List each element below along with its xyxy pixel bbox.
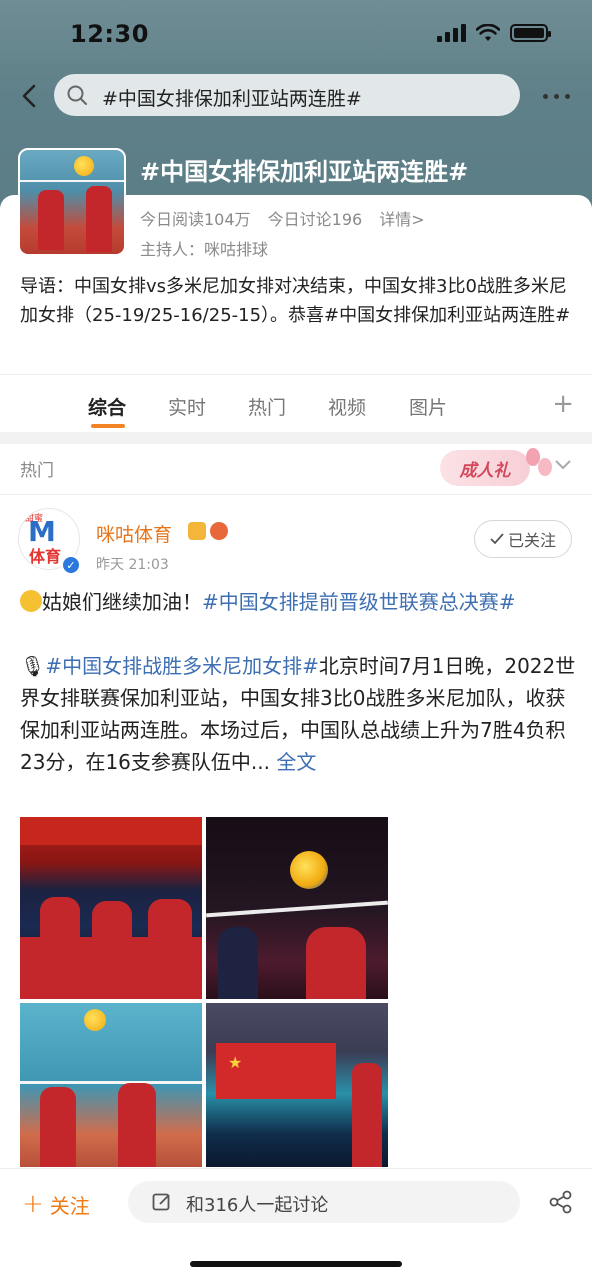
crying-face-emoji-icon <box>20 590 42 612</box>
wifi-icon <box>476 24 500 41</box>
hashtag-link[interactable]: #中国女排提前晋级世联赛总决赛# <box>202 590 516 614</box>
follow-topic-label: 关注 <box>49 1193 90 1218</box>
author-badges <box>188 522 228 540</box>
member-crown-icon <box>188 522 206 540</box>
tab-comprehensive[interactable]: 综合 <box>88 393 126 420</box>
followed-button-label: 已关注 <box>507 531 556 550</box>
tab-realtime[interactable]: 实时 <box>168 393 206 420</box>
status-time: 12:30 <box>70 20 149 48</box>
topic-title: #中国女排保加利亚站两连胜# <box>140 158 469 186</box>
hot-section-label: 热门 <box>20 461 54 481</box>
back-arrow-icon[interactable] <box>16 82 44 110</box>
post-author-name[interactable]: 咪咕体育 <box>96 520 172 547</box>
comment-input[interactable]: 和316人一起讨论 <box>128 1181 520 1223</box>
verified-badge-icon: ✓ <box>61 555 81 575</box>
hot-section-header: 热门 成人礼 <box>0 444 592 495</box>
more-options-icon[interactable] <box>543 94 570 99</box>
volleyball-badge-icon <box>210 522 228 540</box>
full-text-link[interactable]: 全文 <box>276 750 316 774</box>
post-photo-flag-court[interactable]: ★ <box>206 1003 388 1167</box>
search-icon <box>67 85 87 105</box>
add-tab-icon[interactable]: + <box>552 389 574 419</box>
battery-icon <box>510 24 551 42</box>
topic-intro: 导语：中国女排vs多米尼加女排对决结束，中国女排3比0战胜多米尼加女排（25-1… <box>20 276 571 326</box>
section-divider <box>0 432 592 444</box>
topic-thumbnail-image <box>18 148 126 256</box>
coming-of-age-badge[interactable]: 成人礼 <box>440 450 530 486</box>
cellular-signal-icon <box>437 24 466 42</box>
post-body: 姑娘们继续加油！#中国女排提前晋级世联赛总决赛# 🎙#中国女排战胜多米尼加女排#… <box>20 586 576 778</box>
topic-details-link[interactable]: 详情> <box>379 210 424 229</box>
chevron-down-icon[interactable] <box>554 458 572 472</box>
status-icons <box>437 24 551 42</box>
microphone-icon: 🎙 <box>20 654 46 678</box>
feed-tabs: 综合 实时 热门 视频 图片 + <box>0 374 592 433</box>
bottom-action-bar: + 关注 和316人一起讨论 <box>0 1168 592 1281</box>
post-photo-jump-block[interactable] <box>20 1003 202 1167</box>
post-line1-text: 姑娘们继续加油！ <box>42 590 202 614</box>
topic-host[interactable]: 主持人：咪咕排球 <box>140 236 268 260</box>
topic-stats: 今日阅读104万 今日讨论196 详情> <box>140 206 437 230</box>
plus-icon: + <box>22 1189 44 1219</box>
balloon-icon <box>538 458 552 476</box>
avatar-logo-text: 体育 <box>29 547 62 566</box>
topic-read-count: 今日阅读104万 <box>140 210 251 229</box>
top-navigation-bar: #中国女排保加利亚站两连胜# <box>0 72 592 120</box>
edit-icon <box>152 1193 170 1211</box>
hashtag-link[interactable]: #中国女排战胜多米尼加女排# <box>45 654 319 678</box>
post-photo-team-celebration[interactable] <box>20 817 202 999</box>
post-timestamp: 昨天 21:03 <box>96 557 169 573</box>
tab-images[interactable]: 图片 <box>409 393 447 420</box>
follow-topic-button[interactable]: + 关注 <box>22 1189 90 1219</box>
home-indicator[interactable] <box>190 1261 402 1267</box>
share-icon[interactable] <box>548 1189 574 1215</box>
search-input[interactable]: #中国女排保加利亚站两连胜# <box>54 74 520 116</box>
topic-discussion-count: 今日讨论196 <box>267 210 363 229</box>
post-header: 甜蜜 M 体育 ✓ 咪咕体育 昨天 21:03 已关注 <box>0 500 592 580</box>
tab-hot[interactable]: 热门 <box>248 393 286 420</box>
followed-button[interactable]: 已关注 <box>474 520 572 558</box>
comment-placeholder: 和316人一起讨论 <box>186 1195 329 1216</box>
post-photo-block-at-net[interactable] <box>206 817 388 999</box>
active-tab-indicator <box>91 424 125 428</box>
tab-video[interactable]: 视频 <box>328 393 366 420</box>
status-bar: 12:30 <box>0 0 592 66</box>
check-icon <box>490 533 504 545</box>
search-query: #中国女排保加利亚站两连胜# <box>102 88 362 110</box>
